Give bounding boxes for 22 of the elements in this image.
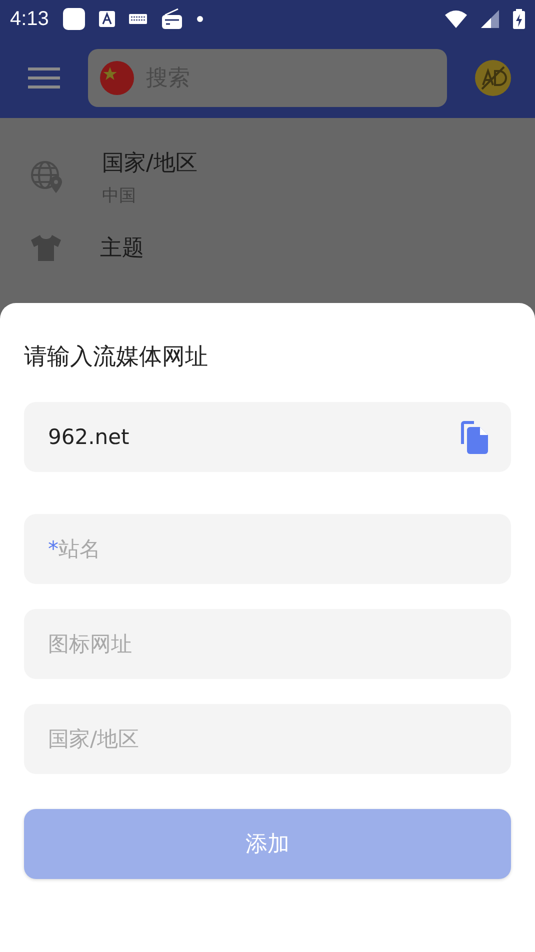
wifi-icon bbox=[445, 10, 467, 28]
no-ads-icon[interactable] bbox=[475, 60, 511, 96]
setting-title: 主题 bbox=[100, 235, 144, 263]
sheet-title: 请输入流媒体网址 bbox=[24, 343, 208, 372]
globe-pin-icon bbox=[30, 160, 64, 194]
shirt-icon bbox=[30, 234, 62, 262]
paste-icon[interactable] bbox=[459, 420, 489, 454]
keyboard-icon bbox=[128, 14, 147, 24]
battery-icon bbox=[513, 9, 525, 29]
menu-icon[interactable] bbox=[28, 67, 60, 89]
radio-icon bbox=[160, 8, 183, 30]
text-field[interactable]: 国家/地区 bbox=[24, 704, 511, 774]
url-field[interactable]: 962.net bbox=[24, 402, 511, 472]
status-time: 4:13 bbox=[10, 8, 49, 30]
text-field[interactable]: 图标网址 bbox=[24, 609, 511, 679]
dot-icon bbox=[196, 16, 203, 22]
signal-icon bbox=[481, 10, 499, 28]
app-square-icon bbox=[62, 8, 85, 30]
flag-icon bbox=[100, 61, 134, 95]
text-field[interactable]: *站名 bbox=[24, 514, 511, 584]
setting-title: 国家/地区 bbox=[102, 150, 198, 178]
translate-icon bbox=[98, 11, 115, 27]
